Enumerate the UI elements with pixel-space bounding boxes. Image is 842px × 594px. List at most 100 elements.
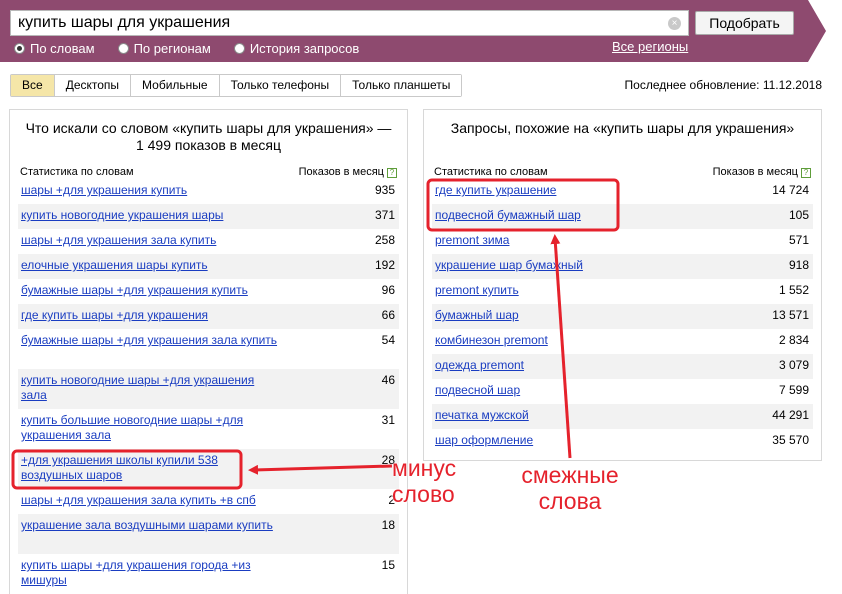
impressions-count: 1 552 — [778, 283, 809, 297]
radio-dot-icon — [14, 42, 25, 54]
radio-label: По регионам — [133, 40, 211, 56]
tab-mobile[interactable]: Мобильные — [130, 75, 219, 96]
related-words-label: смежные слова — [521, 462, 619, 514]
radio-by-words[interactable]: По словам — [14, 41, 95, 56]
radio-by-regions[interactable]: По регионам — [117, 40, 211, 56]
right-panel: Запросы, похожие на «купить шары для укр… — [423, 109, 822, 461]
clear-icon[interactable]: × — [668, 17, 681, 30]
query-link[interactable]: комбинезон premont — [435, 333, 695, 348]
search-header: купить шары для украшения × Подобрать По… — [0, 0, 842, 64]
search-input[interactable]: купить шары для украшения × — [10, 10, 689, 36]
query-link[interactable]: где купить шары +для украшения — [21, 308, 281, 323]
query-link[interactable]: купить новогодние шары +для украшения за… — [21, 373, 281, 403]
impressions-count: 192 — [374, 258, 395, 272]
minus-word-label: минус слово — [392, 455, 457, 507]
table-row: купить новогодние шары +для украшения за… — [18, 369, 399, 409]
query-link[interactable]: печатка мужской — [435, 408, 695, 423]
table-row: +для украшения школы купили 538 воздушны… — [18, 449, 399, 489]
impressions-count: 14 724 — [772, 183, 809, 197]
table-row: подвесной бумажный шар 105 — [432, 204, 813, 229]
search-query-text: купить шары для украшения — [18, 14, 231, 31]
query-link[interactable]: бумажный шар — [435, 308, 695, 323]
table-row: украшение шар бумажный 918 — [432, 254, 813, 279]
radio-label: По словам — [30, 40, 95, 56]
table-row: купить большие новогодние шары +для укра… — [18, 409, 399, 449]
table-row: шары +для украшения зала купить 258 — [18, 229, 399, 254]
help-icon[interactable]: ? — [801, 168, 811, 178]
impressions-count: 35 570 — [772, 433, 809, 447]
impressions-count: 18 — [381, 518, 395, 532]
impressions-count: 935 — [374, 183, 395, 197]
tab-all[interactable]: Все — [11, 75, 54, 96]
table-row: комбинезон premont 2 834 — [432, 329, 813, 354]
query-link[interactable]: +для украшения школы купили 538 воздушны… — [21, 453, 281, 483]
impressions-count: 44 291 — [772, 408, 809, 422]
table-row: где купить украшение 14 724 — [432, 179, 813, 204]
table-row: бумажные шары +для украшения зала купить… — [18, 329, 399, 369]
radio-history[interactable]: История запросов — [233, 40, 360, 56]
table-row: печатка мужской 44 291 — [432, 404, 813, 429]
help-icon[interactable]: ? — [387, 168, 397, 178]
impressions-count: 96 — [381, 283, 395, 297]
query-link[interactable]: елочные украшения шары купить — [21, 258, 281, 273]
table-row: украшение зала воздушными шарами купить 1… — [18, 514, 399, 554]
table-row: premont зима 571 — [432, 229, 813, 254]
table-row: одежда premont 3 079 — [432, 354, 813, 379]
impressions-count: 15 — [381, 558, 395, 572]
impressions-count: 13 571 — [772, 308, 809, 322]
all-regions-link[interactable]: Все регионы — [612, 39, 688, 54]
query-link[interactable]: шары +для украшения купить — [21, 183, 281, 198]
impressions-count: 46 — [381, 373, 395, 387]
impressions-count: 371 — [374, 208, 395, 222]
impressions-count: 571 — [788, 233, 809, 247]
tab-phones-only[interactable]: Только телефоны — [218, 75, 341, 96]
left-panel-title: Что искали со словом «купить шары для ук… — [25, 120, 392, 153]
table-row: бумажный шар 13 571 — [432, 304, 813, 329]
table-row: где купить шары +для украшения 66 — [18, 304, 399, 329]
query-link[interactable]: купить новогодние украшения шары — [21, 208, 281, 223]
radio-label: История запросов — [249, 40, 360, 56]
right-table-body: где купить украшение 14 724 подвесной бума… — [432, 179, 813, 454]
impressions-count: 918 — [788, 258, 809, 272]
impressions-count: 66 — [381, 308, 395, 322]
impressions-count: 54 — [381, 333, 395, 347]
query-link[interactable]: одежда premont — [435, 358, 695, 373]
query-link[interactable]: подвесной шар — [435, 383, 695, 398]
table-row: шары +для украшения зала купить +в спб 2 — [18, 489, 399, 514]
query-link[interactable]: бумажные шары +для украшения зала купить — [21, 333, 281, 348]
table-row: шары +для украшения купить 935 — [18, 179, 399, 204]
table-row: premont купить 1 552 — [432, 279, 813, 304]
query-link[interactable]: купить большие новогодние шары +для укра… — [21, 413, 281, 443]
impressions-count: 2 834 — [778, 333, 809, 347]
query-link[interactable]: premont зима — [435, 233, 695, 248]
column-header-count-label: Показов в месяц — [712, 166, 798, 178]
query-link[interactable]: где купить украшение — [435, 183, 695, 198]
device-tabs: Все Десктопы Мобильные Только телефоны Т… — [10, 74, 463, 97]
right-panel-title: Запросы, похожие на «купить шары для укр… — [450, 120, 795, 136]
query-link[interactable]: украшение шар бумажный — [435, 258, 695, 273]
table-row: купить новогодние украшения шары 371 — [18, 204, 399, 229]
query-link[interactable]: украшение зала воздушными шарами купить — [21, 518, 281, 533]
query-link[interactable]: бумажные шары +для украшения купить — [21, 283, 281, 298]
left-table-body: шары +для украшения купить 935 купить ново… — [18, 179, 399, 594]
query-link[interactable]: подвесной бумажный шар — [435, 208, 695, 223]
radio-dot-icon — [117, 42, 129, 54]
tab-tablets-only[interactable]: Только планшеты — [340, 75, 462, 96]
submit-button[interactable]: Подобрать — [695, 11, 794, 35]
radio-dot-icon — [233, 42, 245, 54]
tab-desktops[interactable]: Десктопы — [53, 75, 131, 96]
table-row: елочные украшения шары купить 192 — [18, 254, 399, 279]
table-row: подвесной шар 7 599 — [432, 379, 813, 404]
impressions-count: 31 — [381, 413, 395, 427]
table-row: бумажные шары +для украшения купить 96 — [18, 279, 399, 304]
column-header-count-label: Показов в месяц — [298, 166, 384, 178]
search-mode-group: По словам По регионам История запросов — [14, 40, 382, 56]
query-link[interactable]: premont купить — [435, 283, 695, 298]
impressions-count: 105 — [788, 208, 809, 222]
query-link[interactable]: купить шары +для украшения города +из ми… — [21, 558, 281, 588]
left-panel: Что искали со словом «купить шары для ук… — [9, 109, 408, 594]
query-link[interactable]: шар оформление — [435, 433, 695, 448]
query-link[interactable]: шары +для украшения зала купить +в спб — [21, 493, 281, 508]
impressions-count: 3 079 — [778, 358, 809, 372]
query-link[interactable]: шары +для украшения зала купить — [21, 233, 281, 248]
